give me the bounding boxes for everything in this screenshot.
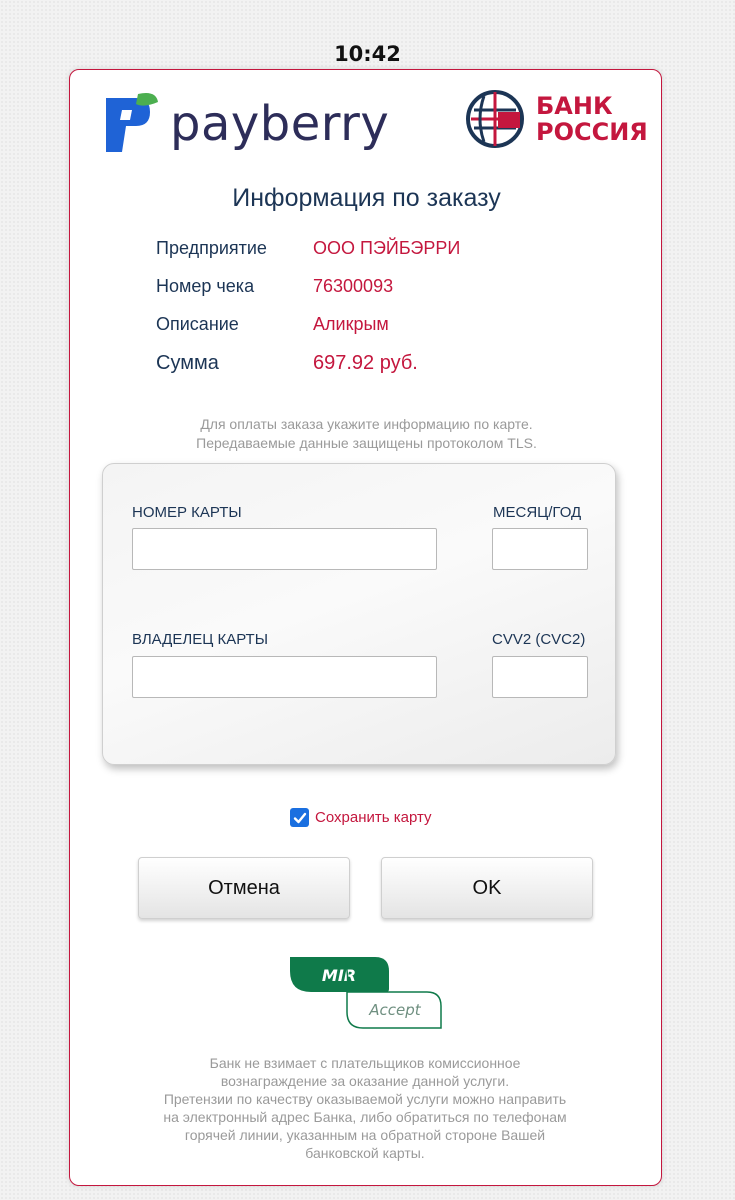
order-row-value: Аликрым [313, 314, 389, 334]
bank-wordmark-line1: БАНК [536, 92, 613, 120]
order-info-title: Информация по заказу [232, 184, 501, 212]
footer-line: банковской карты. [305, 1145, 425, 1161]
footer-line: Банк не взимает с плательщиков комиссион… [209, 1055, 521, 1071]
order-row-label: Сумма [156, 352, 219, 374]
bank-emblem-icon [466, 90, 524, 148]
footer-line: вознаграждение за оказание данной услуги… [220, 1073, 510, 1089]
order-row-sum: Сумма 697.92 руб. [156, 352, 418, 375]
payberry-mark-icon [106, 93, 158, 152]
footer-line: на электронный адрес Банка, либо обратит… [163, 1109, 567, 1125]
security-notice: Для оплаты заказа укажите информацию по … [70, 415, 663, 453]
cvv-label: CVV2 (CVC2) [492, 631, 586, 648]
card-holder-label: ВЛАДЕЛЕЦ КАРТЫ [132, 631, 268, 648]
footer-line: Претензии по качеству оказываемой услуги… [163, 1091, 567, 1107]
notice-line: Передаваемые данные защищены протоколом … [196, 435, 537, 451]
ok-button[interactable]: OK [381, 857, 593, 919]
checkmark-icon [293, 812, 306, 823]
order-row-value: ООО ПЭЙБЭРРИ [313, 238, 461, 258]
status-time: 10:42 [334, 42, 401, 66]
card-holder-input[interactable] [132, 656, 437, 698]
order-row-company: Предприятие ООО ПЭЙБЭРРИ [156, 238, 460, 259]
payberry-wordmark: payberry [170, 96, 390, 152]
card-number-label: НОМЕР КАРТЫ [132, 504, 242, 521]
order-row-label: Описание [156, 314, 239, 334]
footer-line: горячей линии, указанным на обратной сто… [184, 1127, 546, 1143]
order-row-description: Описание Аликрым [156, 314, 389, 335]
payberry-logo: payberry [100, 92, 389, 156]
cancel-button[interactable]: Отмена [138, 857, 350, 919]
save-card-row[interactable]: Сохранить карту [290, 808, 432, 827]
order-row-label: Предприятие [156, 238, 267, 258]
order-row-value: 76300093 [313, 276, 394, 296]
expiry-input[interactable] [492, 528, 588, 570]
order-row-value: 697.92 руб. [313, 352, 418, 374]
card-form: НОМЕР КАРТЫ МЕСЯЦ/ГОД ВЛАДЕЛЕЦ КАРТЫ CVV… [102, 463, 616, 765]
card-number-input[interactable] [132, 528, 437, 570]
order-row-label: Номер чека [156, 276, 255, 296]
expiry-label: МЕСЯЦ/ГОД [493, 504, 582, 521]
payment-panel: payberry БАНК РОССИЯ Информация по заказ… [69, 69, 662, 1186]
save-card-label[interactable]: Сохранить карту [315, 809, 432, 826]
footer-disclaimer: Банк не взимает с плательщиков комиссион… [130, 1054, 600, 1162]
cvv-input[interactable] [492, 656, 588, 698]
bank-wordmark-line2: РОССИЯ [536, 118, 648, 146]
mir-accept-logo: MIR Accept [290, 957, 442, 1029]
mir-text: MIR [322, 966, 356, 985]
accept-text: Accept [368, 1001, 422, 1019]
bank-wordmark: БАНК РОССИЯ [536, 93, 648, 145]
save-card-checkbox[interactable] [290, 808, 309, 827]
notice-line: Для оплаты заказа укажите информацию по … [200, 416, 533, 432]
bank-rossiya-logo: БАНК РОССИЯ [464, 88, 648, 150]
order-row-receipt: Номер чека 76300093 [156, 276, 393, 297]
